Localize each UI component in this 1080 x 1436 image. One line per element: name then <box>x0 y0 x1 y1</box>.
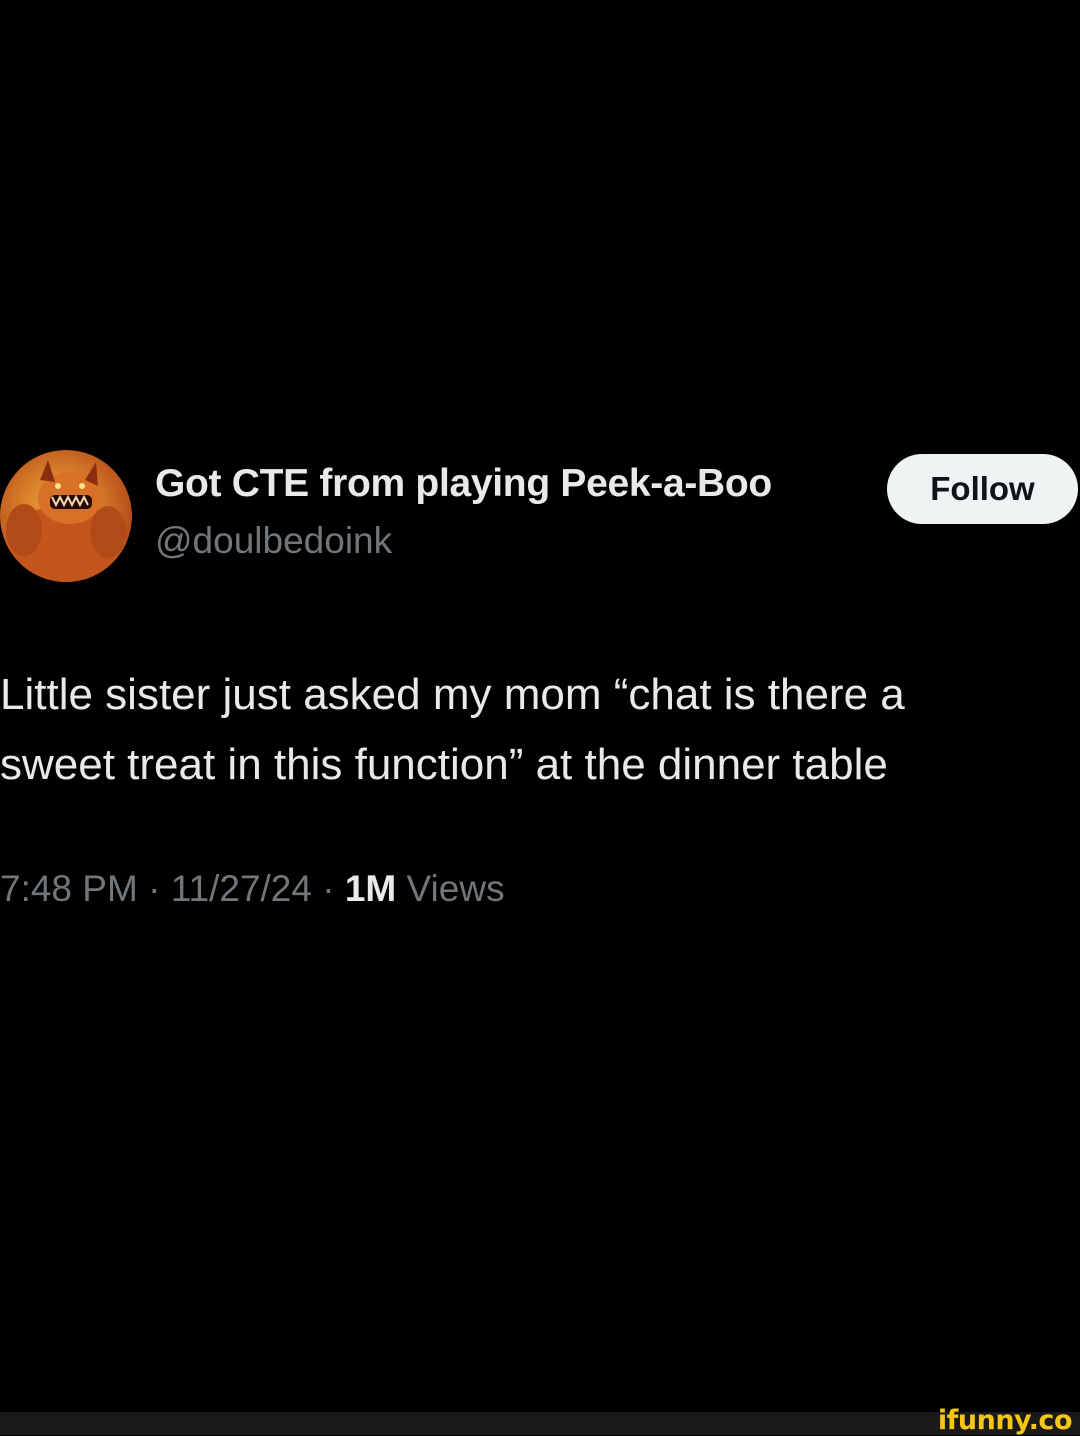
author-display-name[interactable]: Got CTE from playing Peek-a-Boo <box>155 462 772 506</box>
meta-separator: · <box>137 868 171 909</box>
author-handle[interactable]: @doulbedoink <box>155 520 392 562</box>
tweet-date[interactable]: 11/27/24 <box>171 868 312 909</box>
tweet-time[interactable]: 7:48 PM <box>0 868 138 909</box>
follow-button[interactable]: Follow <box>887 454 1078 524</box>
tweet-card: Got CTE from playing Peek-a-Boo @doulbed… <box>0 0 1080 1412</box>
tweet-text: Little sister just asked my mom “chat is… <box>0 670 905 789</box>
views-count: 1M <box>344 868 397 909</box>
author-avatar[interactable] <box>0 450 132 582</box>
footer-bar <box>0 1412 1080 1435</box>
tweet-meta: 7:48 PM · 11/27/24 · 1M Views <box>0 868 505 910</box>
demon-avatar-icon <box>6 460 126 582</box>
ifunny-watermark: ifunny.co <box>937 1405 1073 1436</box>
meta-separator: · <box>311 868 345 909</box>
views-label: Views <box>406 868 505 909</box>
